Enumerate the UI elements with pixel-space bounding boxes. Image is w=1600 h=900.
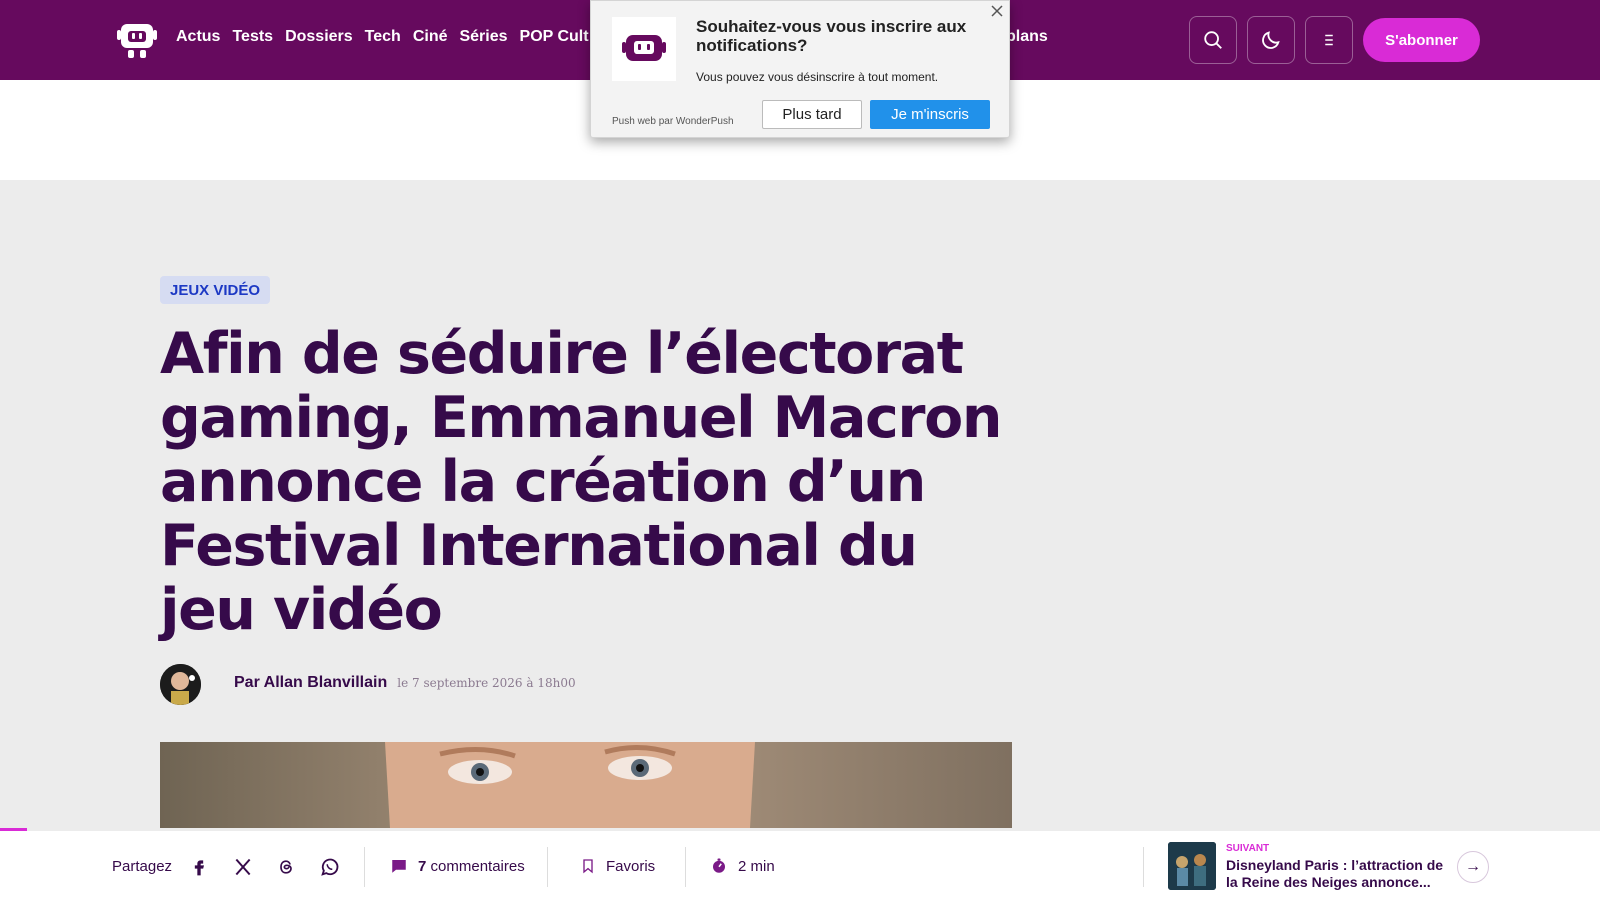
threads-icon[interactable] (274, 855, 298, 879)
nav-item-tests[interactable]: Tests (232, 28, 273, 46)
favorites-button[interactable]: Favoris (580, 857, 655, 875)
divider (547, 847, 548, 887)
x-icon[interactable] (231, 855, 255, 879)
nav-item-actus[interactable]: Actus (176, 28, 220, 46)
author-name[interactable]: Par Allan Blanvillain (234, 674, 387, 692)
search-button[interactable] (1189, 16, 1237, 64)
later-button[interactable]: Plus tard (762, 100, 862, 129)
category-tag[interactable]: JEUX VIDÉO (160, 276, 271, 304)
divider (685, 847, 686, 887)
popup-title: Souhaitez-vous vous inscrire aux notific… (696, 17, 967, 55)
subscribe-notifications-button[interactable]: Je m'inscris (870, 100, 990, 129)
article-title: Afin de séduire l’électorat gaming, Emma… (160, 321, 1002, 643)
divider (1143, 847, 1144, 887)
nav-item-series[interactable]: Séries (459, 28, 507, 46)
search-icon (1204, 31, 1222, 49)
whatsapp-icon[interactable] (318, 855, 342, 879)
divider (364, 847, 365, 887)
hero-image (160, 742, 1012, 828)
notification-popup: Souhaitez-vous vous inscrire aux notific… (590, 0, 1010, 138)
site-logo-icon (612, 17, 676, 81)
publish-date: le 7 septembre 2026 à 18h00 (397, 676, 576, 690)
menu-button[interactable] (1305, 16, 1353, 64)
comment-icon (392, 860, 406, 873)
nav-item-bons-plans[interactable]: plans (1006, 28, 1048, 46)
next-article-title[interactable]: Disneyland Paris : l’attraction de la Re… (1226, 857, 1451, 891)
nav-item-dossiers[interactable]: Dossiers (285, 28, 353, 46)
nav-item-cine[interactable]: Ciné (413, 28, 448, 46)
facebook-icon[interactable] (187, 855, 211, 879)
reading-time-label: 2 min (738, 857, 775, 875)
bookmark-icon (583, 859, 593, 874)
popup-powered-by[interactable]: Push web par WonderPush (612, 116, 734, 127)
arrow-right-icon: → (1465, 858, 1481, 875)
dark-mode-toggle[interactable] (1247, 16, 1295, 64)
timer-icon (713, 858, 725, 873)
close-icon[interactable] (989, 3, 1005, 19)
subscribe-button[interactable]: S'abonner (1363, 18, 1480, 62)
site-logo[interactable] (117, 20, 157, 60)
popup-subtitle: Vous pouvez vous désinscrire à tout mome… (696, 70, 939, 84)
comments-label: commentaires (430, 857, 525, 875)
next-article-thumbnail[interactable] (1168, 842, 1216, 890)
comments-count: 7 (418, 857, 427, 875)
byline: Par Allan Blanvillain le 7 septembre 202… (234, 674, 576, 692)
main-nav: Actus Tests Dossiers Tech Ciné Séries PO… (176, 28, 589, 46)
share-label: Partagez (112, 858, 173, 875)
moon-icon (1262, 31, 1280, 49)
nav-item-pop-culture[interactable]: POP Cult (520, 28, 589, 46)
nav-item-tech[interactable]: Tech (365, 28, 401, 46)
reading-time: 2 min (710, 857, 775, 875)
next-article-arrow-button[interactable]: → (1457, 851, 1489, 883)
menu-icon (1325, 34, 1333, 46)
author-avatar[interactable] (160, 664, 201, 705)
favorites-label: Favoris (606, 857, 656, 875)
comments-link[interactable]: 7 commentaires (390, 857, 525, 875)
next-article-label: SUIVANT (1226, 843, 1270, 854)
